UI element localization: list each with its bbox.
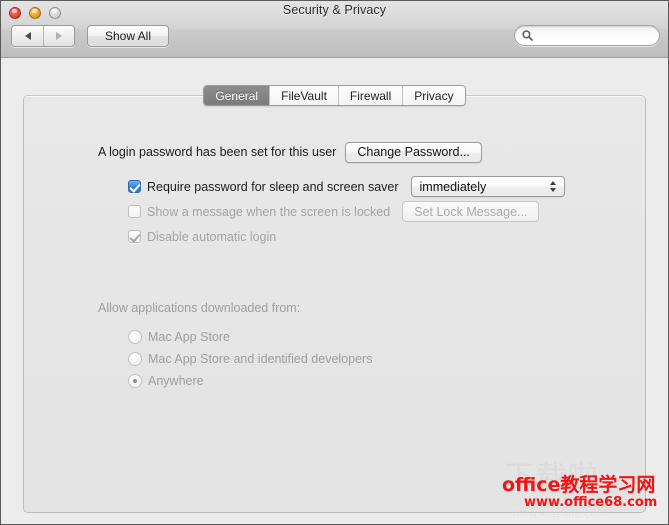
nav-segmented-control [11,25,75,47]
radio-row-mac-app-store: Mac App Store [128,326,645,348]
require-password-checkbox[interactable] [128,180,141,193]
change-password-button[interactable]: Change Password... [345,141,482,163]
forward-button [43,26,74,46]
anywhere-label: Anywhere [148,374,204,388]
anywhere-radio [128,374,142,388]
login-password-status: A login password has been set for this u… [98,145,337,159]
disable-automatic-login-row: Disable automatic login [128,224,645,249]
tab-firewall[interactable]: Firewall [337,86,403,105]
magnifying-glass-icon [522,30,533,41]
login-password-row: A login password has been set for this u… [98,141,645,163]
tab-general[interactable]: General [204,86,270,105]
search-input[interactable] [537,29,652,42]
back-button[interactable] [12,26,43,46]
stepper-arrows-icon [549,181,556,192]
security-options-group: Require password for sleep and screen sa… [128,174,645,249]
radio-row-anywhere: Anywhere [128,370,645,392]
radio-row-identified-developers: Mac App Store and identified developers [128,348,645,370]
set-lock-message-button: Set Lock Message... [402,201,540,222]
mac-app-store-radio [128,330,142,344]
identified-developers-label: Mac App Store and identified developers [148,352,373,366]
show-lock-message-label: Show a message when the screen is locked [147,204,391,219]
tab-filevault[interactable]: FileVault [269,86,338,105]
mac-app-store-label: Mac App Store [148,330,230,344]
sleep-delay-value: immediately [419,179,487,194]
disable-automatic-login-checkbox [128,230,141,243]
window-title: Security & Privacy [282,3,387,17]
allow-applications-label: Allow applications downloaded from: [98,301,301,315]
gatekeeper-radio-group: Mac App Store Mac App Store and identifi… [128,326,645,392]
show-lock-message-row: Show a message when the screen is locked… [128,199,645,224]
show-lock-message-checkbox [128,205,141,218]
general-tab-panel: A login password has been set for this u… [23,95,646,513]
right-triangle-icon [56,32,62,40]
window-titlebar: Security & Privacy Show All [1,1,668,58]
security-privacy-window: Security & Privacy Show All A login pass… [0,0,669,525]
tab-privacy[interactable]: Privacy [402,86,465,105]
identified-developers-radio [128,352,142,366]
search-field[interactable] [514,25,660,46]
disable-automatic-login-label: Disable automatic login [147,229,277,244]
preferences-tab-bar: General FileVault Firewall Privacy [1,85,668,106]
show-all-button[interactable]: Show All [87,25,169,47]
require-password-row: Require password for sleep and screen sa… [128,174,645,199]
left-triangle-icon [24,32,31,40]
toolbar-navigation: Show All [11,25,169,47]
sleep-delay-popup-button[interactable]: immediately [410,176,565,197]
require-password-label: Require password for sleep and screen sa… [147,179,399,194]
preferences-content: A login password has been set for this u… [1,58,668,524]
